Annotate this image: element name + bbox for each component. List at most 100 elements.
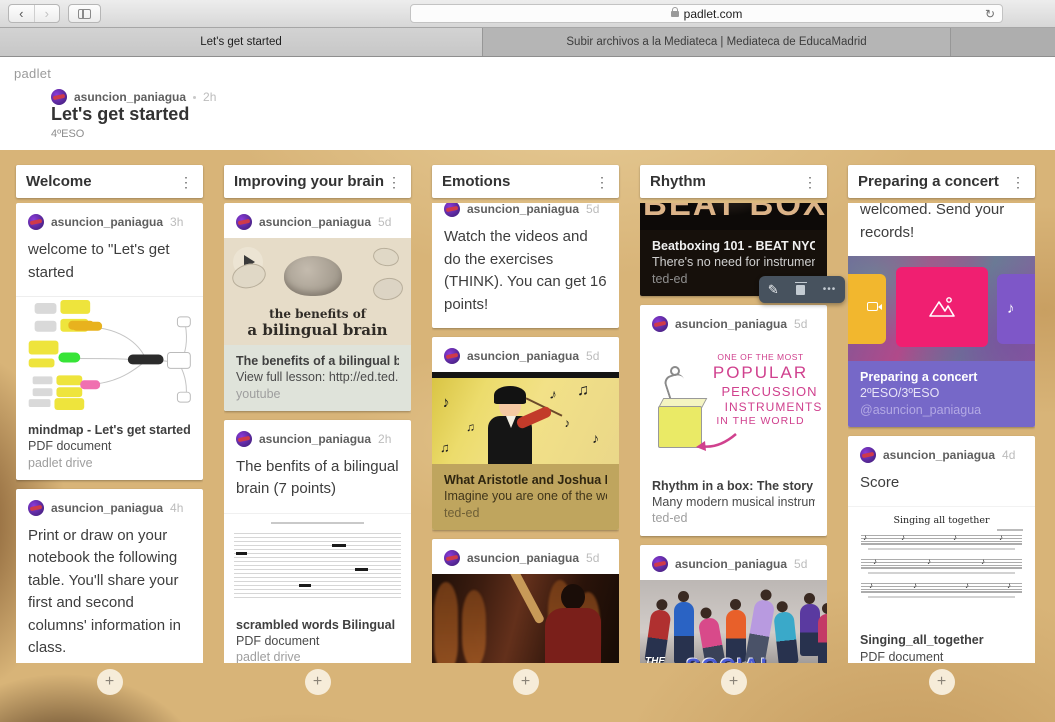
padlet-preview-image[interactable]: ♪	[848, 256, 1035, 361]
attachment-caption[interactable]: Preparing a concert 2ºESO/3ºESO @asuncio…	[848, 361, 1035, 427]
attachment-source: padlet drive	[236, 650, 301, 663]
browser-toolbar: ‹ › padlet.com ↻	[0, 0, 1055, 28]
post-card[interactable]: asuncion_paniagua 4d Score Singing all t…	[848, 435, 1035, 663]
post-card[interactable]: asuncion_paniagua 2h The benfits of a bi…	[224, 419, 411, 663]
image-mountain-icon	[928, 297, 955, 317]
tab-lets-get-started[interactable]: Let's get started	[0, 28, 483, 56]
kebab-menu-icon[interactable]: ⋮	[1011, 175, 1025, 189]
post-text: welcome to "Let's get started	[28, 241, 170, 281]
attachment-caption[interactable]: Singing_all_together PDF document padlet…	[848, 624, 1035, 663]
avatar	[652, 555, 668, 572]
attachment-desc: There's no need for instruments to make.…	[652, 255, 815, 270]
attachment-source: ted-ed	[444, 505, 480, 520]
kebab-menu-icon[interactable]: ⋮	[595, 175, 609, 189]
post-card[interactable]: asuncion_paniagua 5d THE SOCIAL The hist…	[640, 544, 827, 664]
attachment-caption[interactable]: scrambled words Bilingual brain PDF docu…	[224, 609, 411, 663]
kebab-menu-icon[interactable]: ⋮	[803, 175, 817, 189]
attachment-caption[interactable]: What Aristotle and Joshua Bell can teac.…	[432, 464, 619, 530]
column-emotions: Emotions ⋮ asuncion_paniagua 5d Watch th…	[432, 165, 619, 695]
post-text: Print or draw on your notebook the follo…	[28, 526, 181, 657]
video-thumbnail-violinist[interactable]: ♪ ♫ ♪ ♫ ♪ ♪ ♫	[432, 372, 619, 464]
post-card[interactable]: welcomed. Send your records! ♪ Preparing…	[848, 203, 1035, 427]
avatar	[51, 89, 67, 105]
post-card[interactable]: asuncion_paniagua 5d Music as a language…	[432, 538, 619, 663]
video-thumbnail-bassist[interactable]	[432, 573, 619, 663]
column-title: Rhythm	[650, 173, 706, 190]
avatar	[652, 315, 668, 332]
post-card[interactable]: asuncion_paniagua 5d Watch the videos an…	[432, 203, 619, 328]
post-card[interactable]: asuncion_paniagua 4h Print or draw on yo…	[16, 488, 203, 663]
author-name: asuncion_paniagua	[467, 349, 580, 363]
video-thumbnail-dancers[interactable]: THE SOCIAL	[640, 579, 827, 664]
attachment-title: scrambled words Bilingual brain	[236, 617, 399, 632]
add-post-button[interactable]: +	[928, 669, 955, 695]
avatar	[444, 348, 460, 364]
avatar	[28, 499, 44, 516]
avatar	[236, 430, 252, 447]
author-name: asuncion_paniagua	[259, 431, 372, 446]
delete-trash-icon[interactable]	[794, 281, 807, 295]
post-time: 3h	[170, 215, 184, 229]
attachment-type: PDF document	[860, 649, 944, 664]
address-bar[interactable]: padlet.com ↻	[410, 4, 1003, 23]
column-welcome: Welcome ⋮ asuncion_paniagua 3h welcome t…	[16, 165, 203, 695]
post-author-row: asuncion_paniagua 4d	[848, 436, 1035, 463]
sidebar-icon	[78, 8, 91, 19]
document-preview[interactable]	[224, 512, 411, 609]
edit-pencil-icon[interactable]: ✎	[768, 283, 779, 296]
author-name: asuncion_paniagua	[883, 447, 996, 462]
post-text: Watch the videos and do the exercises (T…	[444, 228, 607, 313]
post-card[interactable]: asuncion_paniagua 5d the benefits of a b…	[224, 203, 411, 411]
cajon-title-art: ONE OF THE MOST POPULAR PERCUSSION INSTR…	[712, 351, 823, 427]
board-subtitle: 4ºESO	[51, 128, 85, 140]
back-icon[interactable]: ‹	[9, 5, 34, 22]
forward-icon[interactable]: ›	[33, 5, 60, 22]
column-header: Emotions ⋮	[432, 165, 619, 198]
add-post-button[interactable]: +	[304, 669, 331, 695]
attachment-caption[interactable]: mindmap - Let's get started PDF document…	[16, 414, 203, 480]
post-card[interactable]: asuncion_paniagua 5d ONE OF THE MOST POP…	[640, 304, 827, 536]
add-post-button[interactable]: +	[96, 669, 123, 695]
sheet-music-image[interactable]: Singing all together ♪ ♪ ♪ ♪ ♪ ♪ ♪ ♪ ♪ ♪ ♪	[848, 506, 1035, 625]
post-actions-toolbar: ✎ •••	[759, 276, 845, 303]
column-title: Improving your brain	[234, 173, 385, 190]
tab-mediateca[interactable]: Subir archivos a la Mediateca | Mediatec…	[483, 28, 951, 56]
refresh-icon[interactable]: ↻	[985, 8, 995, 20]
column-cards: BEAT BOX Beatboxing 101 - BEAT NYC There…	[640, 203, 827, 663]
add-post-button[interactable]: +	[720, 669, 747, 695]
post-card[interactable]: asuncion_paniagua 3h welcome to "Let's g…	[16, 203, 203, 480]
post-text: welcomed. Send your records!	[860, 203, 1005, 241]
post-card[interactable]: asuncion_paniagua 5d ♪ ♫ ♪ ♫ ♪ ♪ ♫ What …	[432, 337, 619, 530]
sidebar-toggle-button[interactable]	[68, 4, 101, 23]
column-cards: welcomed. Send your records! ♪ Preparing…	[848, 203, 1035, 663]
avatar	[444, 203, 460, 217]
kebab-menu-icon[interactable]: ⋮	[179, 175, 193, 189]
post-time: 4h	[170, 500, 184, 515]
avatar	[28, 214, 44, 230]
avatar	[444, 549, 460, 566]
attachment-title: What Aristotle and Joshua Bell can teac.…	[444, 473, 607, 487]
column-improving-your-brain: Improving your brain ⋮ asuncion_paniagua…	[224, 165, 411, 695]
more-actions-icon[interactable]: •••	[823, 284, 837, 295]
dance-overlay-text: THE	[645, 655, 665, 664]
author-name: asuncion_paniagua	[51, 500, 164, 515]
video-thumbnail[interactable]: the benefits of a bilingual brain	[224, 238, 411, 345]
attachment-title: Beatboxing 101 - BEAT NYC	[652, 239, 815, 253]
tab-bar-empty	[951, 28, 1055, 56]
speech-bubble	[371, 245, 401, 269]
column-cards: asuncion_paniagua 5d Watch the videos an…	[432, 203, 619, 663]
url-text: padlet.com	[683, 6, 743, 21]
attachment-source: youtube	[236, 386, 281, 401]
mindmap-image[interactable]	[16, 296, 203, 414]
add-post-button[interactable]: +	[512, 669, 539, 695]
attachment-caption[interactable]: The benefits of a bilingual brain - Mia …	[224, 345, 411, 411]
kebab-menu-icon[interactable]: ⋮	[387, 175, 401, 189]
attachment-caption[interactable]: Rhythm in a box: The story of the cajon …	[640, 470, 827, 536]
video-thumbnail-cajon[interactable]: ONE OF THE MOST POPULAR PERCUSSION INSTR…	[640, 339, 827, 470]
padlet-logo[interactable]: padlet	[14, 66, 51, 81]
attachment-title: The benefits of a bilingual brain - Mia …	[236, 354, 399, 368]
dot-separator	[193, 95, 197, 99]
video-thumbnail-beatbox[interactable]: BEAT BOX	[640, 203, 827, 230]
post-time: 4d	[1002, 447, 1016, 462]
speech-bubble	[371, 276, 405, 302]
